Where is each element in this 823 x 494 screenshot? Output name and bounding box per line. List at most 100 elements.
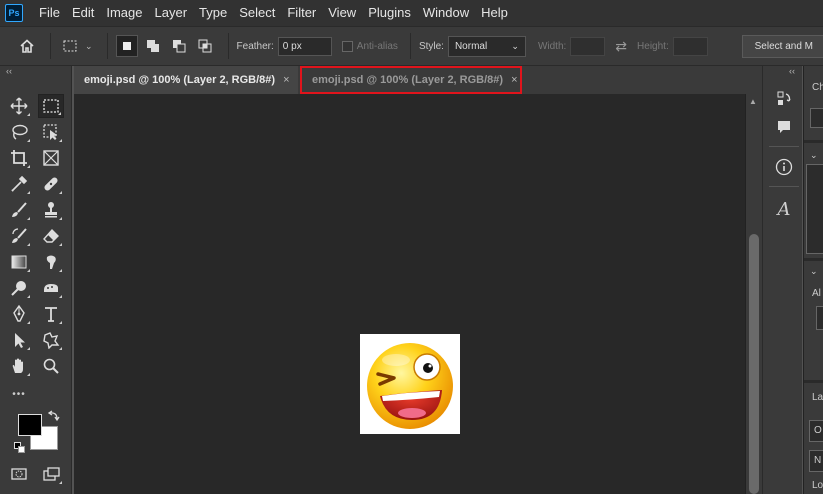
quick-mask-icon[interactable] [6, 462, 32, 486]
chevron-down-icon[interactable]: ⌄ [810, 266, 818, 277]
intersect-selection-icon[interactable] [194, 35, 216, 57]
menu-filter[interactable]: Filter [281, 0, 322, 26]
anti-alias-checkbox[interactable] [341, 40, 353, 52]
rectangular-marquee-tool-icon[interactable] [38, 94, 64, 118]
collapse-panels-icon[interactable]: ‹‹ [789, 66, 795, 76]
marquee-preset-icon[interactable] [59, 35, 81, 57]
width-label: Width: [537, 40, 567, 52]
swap-colors-icon[interactable] [47, 410, 60, 425]
document-tab-bar: emoji.psd @ 100% (Layer 2, RGB/8#) × emo… [74, 66, 762, 94]
menu-image[interactable]: Image [100, 0, 148, 26]
subtract-from-selection-icon[interactable] [168, 35, 190, 57]
chevron-down-icon: ⌄ [511, 40, 519, 51]
object-selection-tool-icon[interactable] [38, 120, 64, 144]
style-value: Normal [454, 40, 488, 52]
wink-emoji-image [367, 343, 453, 429]
frame-tool-icon[interactable] [38, 146, 64, 170]
crop-tool-icon[interactable] [6, 146, 32, 170]
screen-mode-icon[interactable] [38, 462, 64, 486]
panel-icon-strip: ‹‹ A [762, 66, 802, 494]
comments-panel-icon[interactable] [773, 116, 795, 138]
default-colors-icon[interactable] [14, 442, 26, 454]
close-icon[interactable]: × [283, 74, 289, 86]
move-tool-icon[interactable] [6, 94, 32, 118]
align-control[interactable] [816, 306, 823, 330]
sponge-tool-icon[interactable] [38, 276, 64, 300]
separator [769, 186, 799, 187]
add-to-selection-icon[interactable] [142, 35, 164, 57]
width-input[interactable] [570, 36, 606, 56]
panel-divider [804, 258, 823, 261]
menu-plugins[interactable]: Plugins [362, 0, 417, 26]
menu-edit[interactable]: Edit [66, 0, 100, 26]
scroll-up-icon[interactable]: ▲ [749, 97, 757, 106]
history-panel-icon[interactable] [773, 88, 795, 110]
home-icon[interactable] [16, 35, 38, 57]
healing-brush-tool-icon[interactable] [38, 172, 64, 196]
smudge-tool-icon[interactable] [38, 250, 64, 274]
path-selection-tool-icon[interactable] [6, 328, 32, 352]
canvas-area[interactable] [74, 94, 745, 494]
canvas-vertical-scrollbar[interactable]: ▲ [745, 94, 762, 494]
pen-tool-icon[interactable] [6, 302, 32, 326]
separator [409, 33, 411, 59]
tab-label: emoji.psd @ 100% (Layer 2, RGB/8#) [312, 74, 504, 86]
new-selection-icon[interactable] [115, 35, 138, 57]
panel-divider [804, 380, 823, 383]
document-canvas[interactable] [360, 334, 460, 434]
eyedropper-tool-icon[interactable] [6, 172, 32, 196]
clone-stamp-tool-icon[interactable] [38, 198, 64, 222]
style-select[interactable]: Normal ⌄ [447, 35, 526, 57]
channels-panel-tab[interactable]: Ch [812, 82, 823, 93]
foreground-color-swatch[interactable] [18, 414, 42, 436]
eraser-tool-icon[interactable] [38, 224, 64, 248]
options-bar: ⌄ Feather: Anti-alias Style: Normal ⌄ Wi… [0, 26, 823, 66]
info-panel-icon[interactable] [773, 156, 795, 178]
swap-dimensions-icon[interactable]: ⇄ [615, 38, 627, 55]
layer-filter-label: O [814, 425, 822, 436]
chevron-down-icon[interactable]: ⌄ [85, 41, 93, 52]
separator [769, 146, 799, 147]
custom-shape-tool-icon[interactable] [38, 328, 64, 352]
right-panel-dock: Ch ⌄ ⌄ Al La O N Lo [803, 66, 823, 494]
lasso-tool-icon[interactable] [6, 120, 32, 144]
scrollbar-thumb[interactable] [749, 234, 759, 494]
height-label: Height: [637, 40, 669, 52]
type-tool-icon[interactable] [38, 302, 64, 326]
feather-input[interactable] [277, 36, 332, 56]
panel-content-box [806, 164, 823, 254]
menu-window[interactable]: Window [417, 0, 475, 26]
menu-help[interactable]: Help [475, 0, 514, 26]
menu-select[interactable]: Select [233, 0, 281, 26]
tools-panel: ‹‹ ••• [0, 66, 72, 494]
chevron-down-icon[interactable]: ⌄ [810, 150, 818, 161]
menu-view[interactable]: View [322, 0, 362, 26]
photoshop-logo: Ps [5, 4, 23, 22]
brush-tool-icon[interactable] [6, 198, 32, 222]
height-input[interactable] [672, 36, 708, 56]
zoom-tool-icon[interactable] [38, 354, 64, 378]
dodge-tool-icon[interactable] [6, 276, 32, 300]
gradient-tool-icon[interactable] [6, 250, 32, 274]
menu-layer[interactable]: Layer [149, 0, 194, 26]
layers-panel-tab[interactable]: La [812, 392, 823, 403]
character-panel-icon[interactable]: A [773, 198, 795, 220]
separator [227, 33, 229, 59]
menu-type[interactable]: Type [193, 0, 233, 26]
document-tab-2[interactable]: emoji.psd @ 100% (Layer 2, RGB/8#) × [300, 66, 522, 94]
menu-file[interactable]: File [33, 0, 66, 26]
edit-toolbar-icon[interactable]: ••• [6, 382, 32, 406]
lock-label: Lo [812, 480, 823, 491]
document-tab-1[interactable]: emoji.psd @ 100% (Layer 2, RGB/8#) × [74, 66, 298, 94]
select-and-mask-button[interactable]: Select and M [741, 35, 823, 58]
menu-bar: Ps File Edit Image Layer Type Select Fil… [0, 0, 823, 26]
close-icon[interactable]: × [511, 74, 517, 86]
panel-thumbnail [810, 108, 823, 128]
collapse-toolbar-icon[interactable]: ‹‹ [6, 66, 12, 76]
blend-mode-label: N [814, 455, 822, 466]
style-label: Style: [418, 40, 444, 52]
align-panel-label: Al [812, 288, 821, 299]
history-brush-tool-icon[interactable] [6, 224, 32, 248]
hand-tool-icon[interactable] [6, 354, 32, 378]
panel-divider [804, 140, 823, 143]
